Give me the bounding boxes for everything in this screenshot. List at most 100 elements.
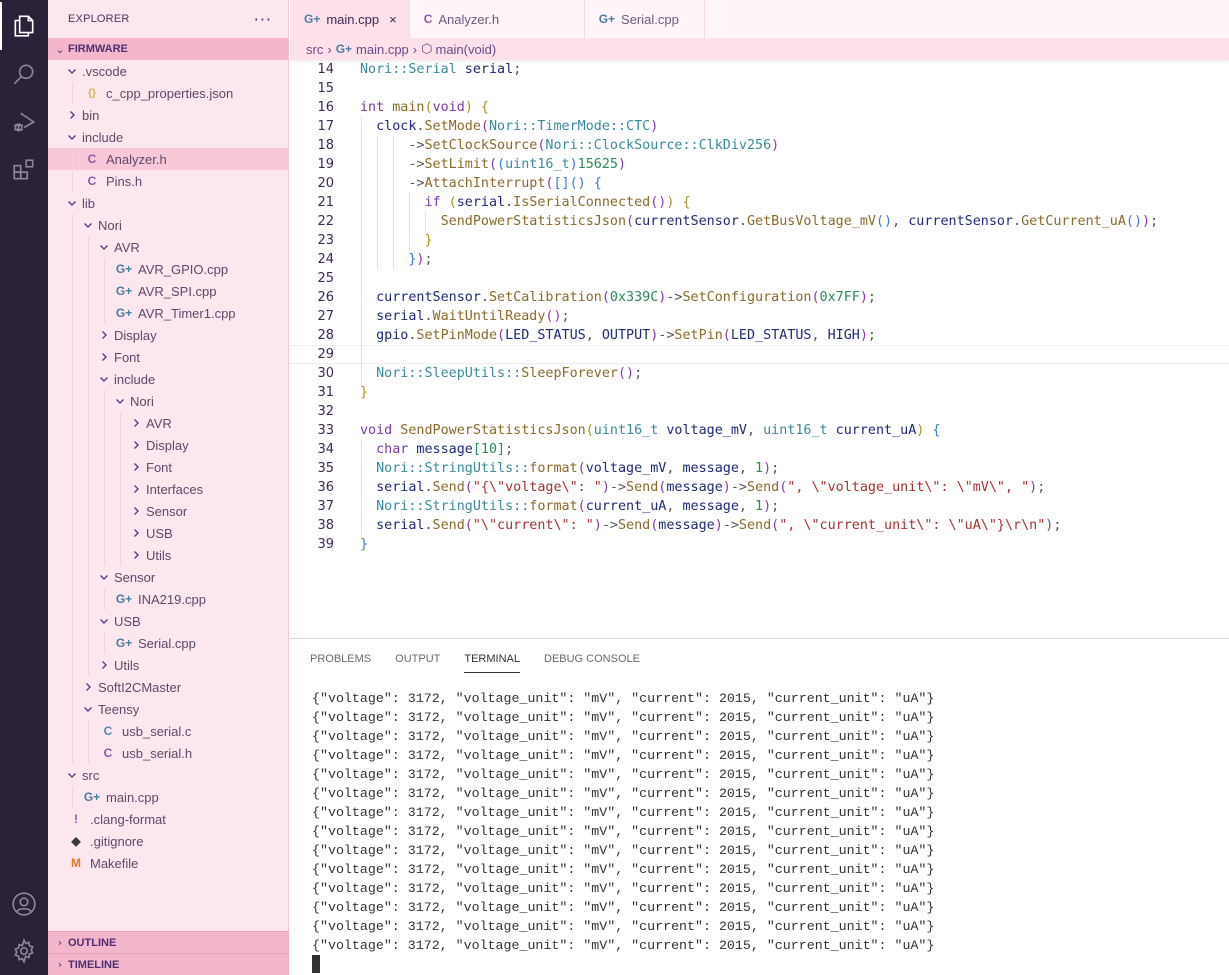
indent-guide xyxy=(377,155,379,174)
tree-folder[interactable]: include xyxy=(48,126,288,148)
tree-folder[interactable]: Font xyxy=(48,456,288,478)
indent-guide xyxy=(72,566,73,588)
tab-main-cpp[interactable]: G+ main.cpp × xyxy=(290,0,410,38)
tree-file[interactable]: ! .clang-format xyxy=(48,808,288,830)
code-token: OUTPUT xyxy=(601,328,651,343)
tree-folder[interactable]: USB xyxy=(48,610,288,632)
tree-folder[interactable]: Utils xyxy=(48,544,288,566)
breadcrumb-file[interactable]: main.cpp xyxy=(356,42,409,57)
extensions-button[interactable] xyxy=(0,146,48,194)
indent-guide xyxy=(104,280,105,302)
code-token: ) xyxy=(763,461,772,476)
tree-folder[interactable]: Nori xyxy=(48,390,288,412)
code-line: 27 serial.WaitUntilReady(); xyxy=(290,307,1229,326)
code-token: } xyxy=(360,385,369,400)
code-token: "\"current\": " xyxy=(472,518,594,533)
tree-file[interactable]: {} c_cpp_properties.json xyxy=(48,82,288,104)
code-token: () xyxy=(1125,214,1143,229)
code-line: 39} xyxy=(290,535,1229,554)
tree-folder[interactable]: Interfaces xyxy=(48,478,288,500)
tree-folder[interactable]: Display xyxy=(48,434,288,456)
tree-file[interactable]: Cusb_serial.h xyxy=(48,742,288,764)
panel-tab-debug-console[interactable]: DEBUG CONSOLE xyxy=(544,653,640,665)
chevron-down-icon xyxy=(80,220,96,230)
breadcrumb-symbol[interactable]: main(void) xyxy=(435,42,496,57)
code-token: { xyxy=(674,195,691,210)
line-number: 21 xyxy=(317,195,334,210)
code-token: ", \"voltage_unit\": \"mV\", " xyxy=(787,480,1030,495)
code-token: () xyxy=(545,309,562,324)
code-line: 33 void SendPowerStatisticsJson(uint16_t … xyxy=(290,421,1229,440)
tree-file[interactable]: C Pins.h xyxy=(48,170,288,192)
tree-folder[interactable]: AVR xyxy=(48,236,288,258)
tree-folder[interactable]: Utils xyxy=(48,654,288,676)
close-icon[interactable]: × xyxy=(389,12,397,27)
more-actions-button[interactable]: ··· xyxy=(254,10,272,29)
settings-button[interactable] xyxy=(0,927,48,975)
code-token: clock xyxy=(376,119,417,134)
tree-file[interactable]: G+ AVR_SPI.cpp xyxy=(48,280,288,302)
tree-folder[interactable]: Sensor xyxy=(48,566,288,588)
chevron-down-icon xyxy=(64,770,80,780)
terminal-line: {"voltage": 3172, "voltage_unit": "mV", … xyxy=(312,786,935,801)
tree-folder[interactable]: include xyxy=(48,368,288,390)
tree-item-label: Pins.h xyxy=(106,173,143,189)
run-debug-icon xyxy=(14,112,36,132)
code-text: ->SetLimit((uint16_t)15625) xyxy=(408,155,626,174)
cpp-file-icon: G+ xyxy=(83,790,101,804)
indent-guide xyxy=(361,497,362,516)
code-token: ) xyxy=(1029,480,1038,495)
code-text: Nori::SleepUtils::SleepForever(); xyxy=(376,364,642,383)
section-outline[interactable]: › OUTLINE xyxy=(48,931,289,953)
indent-guide xyxy=(88,236,89,258)
code-text: int main(void) { xyxy=(360,98,489,117)
terminal-line: {"voltage": 3172, "voltage_unit": "mV", … xyxy=(312,824,935,839)
line-number: 35 xyxy=(317,461,334,476)
tree-file[interactable]: G+ INA219.cpp xyxy=(48,588,288,610)
explorer-sidebar: EXPLORER ··· ⌄ FIRMWARE .vscode {} c_cpp_p… xyxy=(48,0,289,975)
makefile-icon: M xyxy=(71,856,81,870)
tree-folder[interactable]: AVR xyxy=(48,412,288,434)
tree-folder[interactable]: USB xyxy=(48,522,288,544)
tree-file[interactable]: G+ main.cpp xyxy=(48,786,288,808)
tree-folder[interactable]: Nori xyxy=(48,214,288,236)
tree-folder[interactable]: Teensy xyxy=(48,698,288,720)
indent-guide xyxy=(88,478,89,500)
code-token: LED_STATUS xyxy=(730,328,812,343)
code-editor[interactable]: 14 Nori::Serial serial; 15 16 int main(void)… xyxy=(290,60,1229,554)
tab-analyzer-h[interactable]: C Analyzer.h xyxy=(410,0,585,38)
terminal[interactable]: {"voltage": 3172, "voltage_unit": "mV", … xyxy=(312,689,934,973)
search-button[interactable] xyxy=(0,50,48,98)
tree-folder[interactable]: Sensor xyxy=(48,500,288,522)
section-timeline[interactable]: › TIMELINE xyxy=(48,953,289,975)
explorer-button[interactable] xyxy=(0,2,48,50)
tree-file[interactable]: ◆ .gitignore xyxy=(48,830,288,852)
tab-serial-cpp[interactable]: G+ Serial.cpp xyxy=(585,0,705,38)
tree-file[interactable]: G+ AVR_Timer1.cpp xyxy=(48,302,288,324)
chevron-down-icon xyxy=(80,704,96,714)
run-debug-button[interactable] xyxy=(0,98,48,146)
tree-folder[interactable]: Font xyxy=(48,346,288,368)
panel-tab-output[interactable]: OUTPUT xyxy=(395,653,440,665)
tree-file[interactable]: Cusb_serial.c xyxy=(48,720,288,742)
tree-folder[interactable]: .vscode xyxy=(48,60,288,82)
tree-file[interactable]: M Makefile xyxy=(48,852,288,874)
indent-guide xyxy=(120,412,121,434)
tree-folder[interactable]: SoftI2CMaster xyxy=(48,676,288,698)
tree-folder[interactable]: lib xyxy=(48,192,288,214)
indent-guide xyxy=(72,170,73,192)
tree-item-label: lib xyxy=(82,195,96,211)
line-number: 16 xyxy=(317,100,334,115)
breadcrumb-src[interactable]: src xyxy=(306,42,323,57)
tree-file[interactable]: G+ AVR_GPIO.cpp xyxy=(48,258,288,280)
tree-file[interactable]: C Analyzer.h xyxy=(48,148,288,170)
folder-root-firmware[interactable]: ⌄ FIRMWARE xyxy=(48,38,288,60)
tree-file[interactable]: G+ Serial.cpp xyxy=(48,632,288,654)
tree-folder[interactable]: Display xyxy=(48,324,288,346)
panel-tab-problems[interactable]: PROBLEMS xyxy=(310,653,371,665)
accounts-button[interactable] xyxy=(0,880,48,928)
panel-tab-terminal[interactable]: TERMINAL xyxy=(464,653,520,673)
indent-guide xyxy=(361,364,362,383)
tree-folder[interactable]: bin xyxy=(48,104,288,126)
tree-folder[interactable]: src xyxy=(48,764,288,786)
